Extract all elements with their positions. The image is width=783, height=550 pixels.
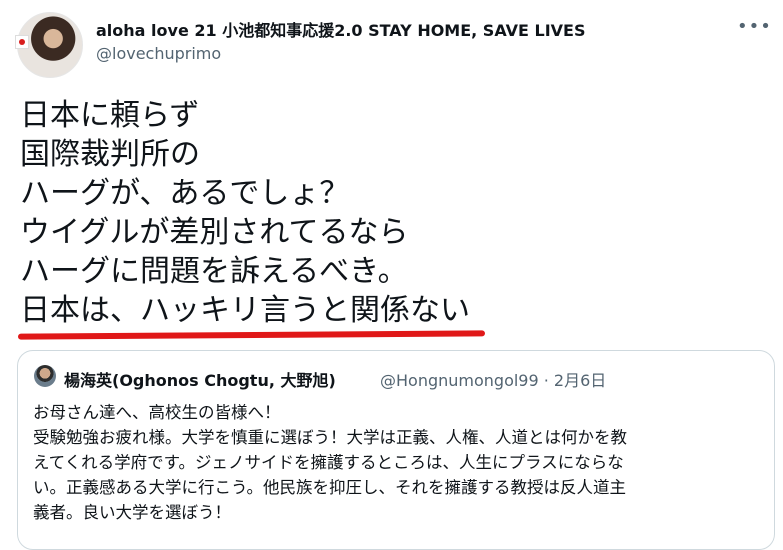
quoted-tweet-card[interactable]: 楊海英(Oghonos Chogtu, 大野旭) @Hongnumongol99…	[17, 350, 775, 550]
japan-flag-icon	[15, 35, 29, 49]
red-underline-annotation	[17, 330, 486, 340]
quoted-line: えてくれる学府です。ジェノサイドを擁護するところは、人生にプラスにならな	[33, 453, 624, 472]
tweet-line: 日本は、ハッキリ言うと関係ない	[20, 293, 470, 328]
quoted-author-name[interactable]: 楊海英(Oghonos Chogtu, 大野旭)	[64, 367, 336, 391]
tweet-text: 日本に頼らず 国際裁判所の ハーグが、あるでしょ？ ウイグルが差別されてるなら …	[20, 96, 760, 330]
quoted-line: お母さん達へ、高校生の皆様へ！	[33, 403, 281, 422]
quoted-line: 義者。良い大学を選ぼう！	[33, 503, 231, 522]
more-horizontal-icon[interactable]: •••	[737, 16, 772, 37]
tweet-line: 国際裁判所の	[20, 137, 200, 172]
tweet-line: ハーグに問題を訴えるべき。	[20, 254, 408, 289]
author-display-name[interactable]: aloha love 21 小池都知事応援2.0 STAY HOME, SAVE…	[96, 17, 586, 41]
tweet-line: 日本に頼らず	[20, 98, 200, 133]
tweet-line: ハーグが、あるでしょ？	[20, 176, 350, 211]
quoted-line: 受験勉強お疲れ様。大学を慎重に選ぼう！大学は正義、人権、人道とは何かを教	[33, 428, 627, 447]
quoted-author-avatar[interactable]	[34, 365, 56, 387]
tweet-line: ウイグルが差別されてるなら	[20, 215, 409, 250]
quoted-line: い。正義感ある大学に行こう。他民族を抑圧し、それを擁護する教授は反人道主	[33, 478, 627, 497]
author-handle[interactable]: @lovechuprimo	[96, 44, 221, 63]
tweet-header: aloha love 21 小池都知事応援2.0 STAY HOME, SAVE…	[0, 0, 783, 90]
quoted-tweet-text: お母さん達へ、高校生の皆様へ！ 受験勉強お疲れ様。大学を慎重に選ぼう！大学は正義…	[33, 400, 763, 525]
quoted-author-meta[interactable]: @Hongnumongol99 · 2月6日	[380, 367, 606, 391]
